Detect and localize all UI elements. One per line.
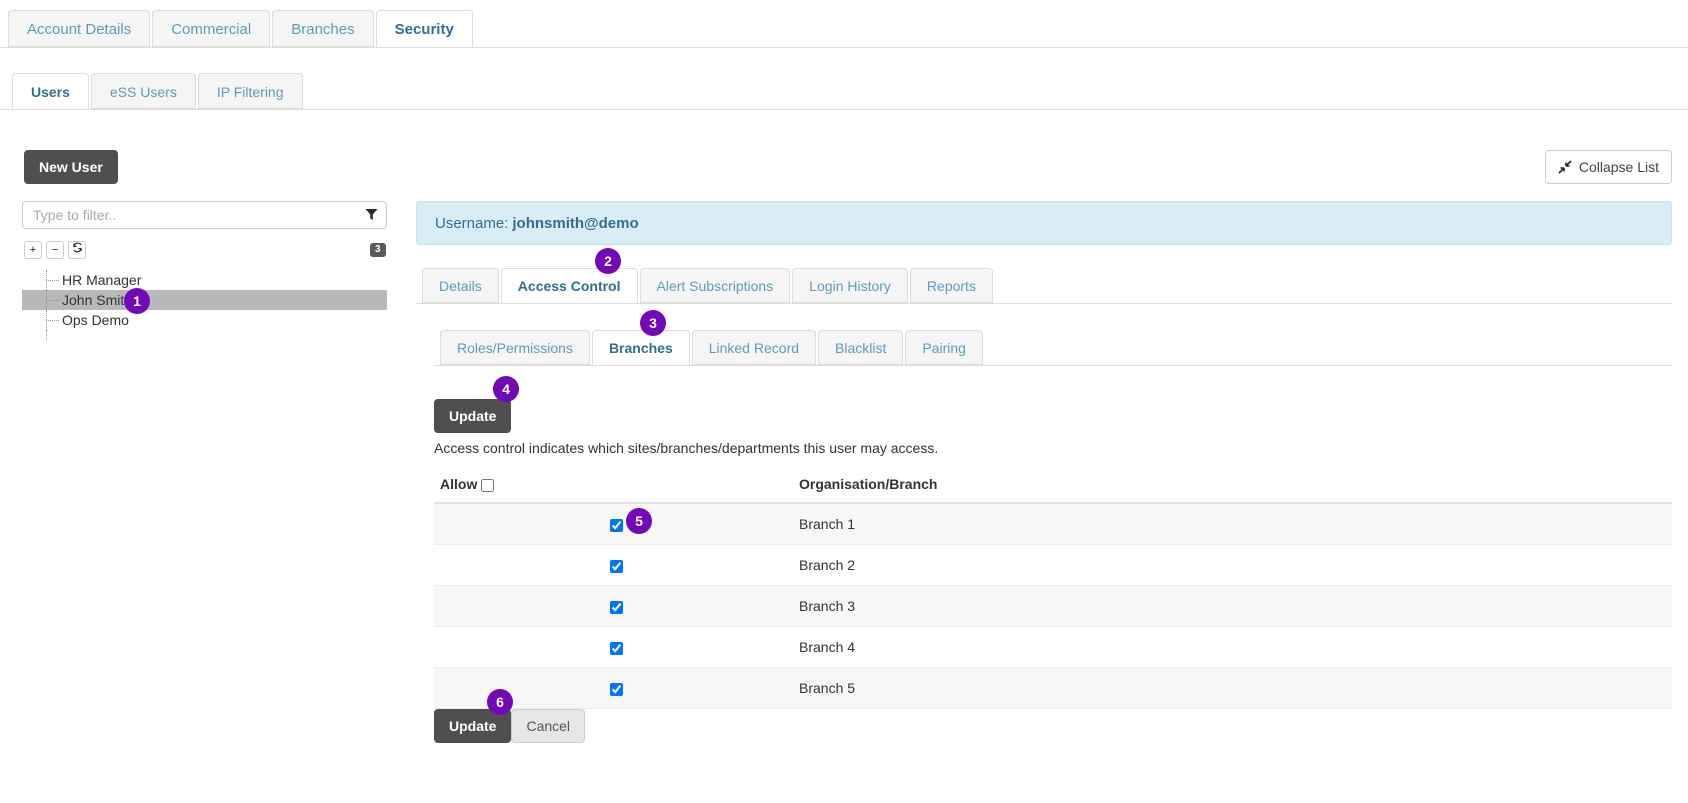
organisation-cell: Branch 3 (799, 585, 1672, 627)
tree-item[interactable]: HR Manager (22, 270, 387, 290)
refresh-icon (72, 242, 83, 258)
username-banner: Username: johnsmith@demo (416, 201, 1672, 245)
tab-label: Branches (291, 21, 355, 38)
callout-marker-3: 3 (640, 310, 666, 336)
tab-details[interactable]: Details (422, 268, 499, 303)
tree-item-label: John Smith (62, 292, 133, 308)
branches-table-head: Allow Organisation/Branch (434, 470, 1672, 504)
table-row: Branch 4 (434, 626, 1672, 668)
tab-ess-users[interactable]: eSS Users (90, 73, 196, 109)
new-user-button[interactable]: New User (24, 150, 118, 184)
organisation-cell: Branch 1 (799, 503, 1672, 545)
cancel-button[interactable]: Cancel (511, 709, 586, 743)
branches-table-body: Branch 1 Branch 2 Branch 3 Branch 4 Branch 5 (434, 503, 1672, 709)
organisation-cell: Branch 4 (799, 626, 1672, 668)
tab-label: Details (439, 278, 482, 294)
branches-table-header-row: Allow Organisation/Branch (434, 470, 1672, 504)
allow-cell (434, 503, 799, 545)
tab-label: Alert Subscriptions (656, 278, 774, 294)
organisation-cell: Branch 2 (799, 544, 1672, 586)
branches-table: Allow Organisation/Branch Branch 1 Branch… (434, 470, 1672, 709)
select-all-checkbox[interactable] (481, 478, 495, 492)
tab-label: Security (394, 21, 454, 38)
column-header-allow: Allow (434, 470, 799, 504)
tab-label: Roles/Permissions (457, 340, 573, 356)
page-root: Account Details Commercial Branches Securit… (0, 0, 1688, 803)
allow-cell (434, 544, 799, 586)
callout-marker-5: 5 (626, 508, 652, 534)
access-control-tab-bar: Roles/Permissions Branches Linked Record Bl… (434, 330, 1672, 366)
table-row: Branch 1 (434, 503, 1672, 545)
allow-cell (434, 626, 799, 668)
tab-label: Branches (608, 340, 673, 356)
tab-alert-subscriptions[interactable]: Alert Subscriptions (639, 268, 791, 303)
filter-input[interactable] (22, 201, 387, 229)
callout-marker-1: 1 (124, 288, 150, 314)
allow-checkbox[interactable] (610, 682, 623, 696)
tree-item[interactable]: John Smith (22, 290, 387, 310)
tree-refresh-button[interactable] (68, 241, 86, 259)
tree-connector-horizontal (46, 280, 59, 281)
username-value: johnsmith@demo (512, 214, 639, 232)
tab-security[interactable]: Security (375, 10, 473, 47)
tree-add-button[interactable]: + (24, 241, 42, 259)
tab-label: Login History (809, 278, 891, 294)
allow-cell (434, 585, 799, 627)
update-button-top[interactable]: Update (434, 399, 512, 433)
table-row: Branch 3 (434, 585, 1672, 627)
organisation-cell: Branch 5 (799, 667, 1672, 709)
allow-checkbox[interactable] (610, 641, 623, 655)
callout-marker-4: 4 (493, 376, 519, 402)
table-row: Branch 5 (434, 667, 1672, 709)
tree-item-label: Ops Demo (62, 312, 129, 328)
username-label: Username: (435, 214, 509, 232)
allow-checkbox[interactable] (610, 600, 623, 614)
tab-label: IP Filtering (216, 84, 284, 100)
tab-label: Reports (926, 278, 976, 294)
callout-marker-6: 6 (487, 689, 513, 715)
tab-label: Linked Record (708, 340, 800, 356)
column-header-organisation: Organisation/Branch (799, 470, 1672, 504)
allow-checkbox[interactable] (610, 518, 623, 532)
tab-label: Access Control (517, 278, 621, 294)
tab-label: Commercial (171, 21, 252, 38)
tab-label: Users (31, 84, 70, 100)
filter-funnel-icon[interactable] (365, 208, 378, 221)
tab-label: Pairing (922, 340, 966, 356)
tab-branches[interactable]: Branches (272, 10, 374, 47)
tree-item[interactable]: Ops Demo (22, 310, 387, 330)
tree-connector-horizontal (46, 300, 59, 301)
tab-login-history[interactable]: Login History (792, 268, 908, 303)
tab-ip-filtering[interactable]: IP Filtering (197, 73, 303, 109)
tab-commercial[interactable]: Commercial (152, 10, 271, 47)
tab-pairing[interactable]: Pairing (905, 330, 983, 365)
filter-field-wrapper (22, 201, 387, 229)
tree-toolbar: + − (24, 241, 86, 259)
tab-label: Blacklist (835, 340, 887, 356)
tab-access-control[interactable]: Access Control (500, 268, 638, 303)
table-row: Branch 2 (434, 544, 1672, 586)
tab-users[interactable]: Users (12, 73, 89, 109)
tab-account-details[interactable]: Account Details (8, 10, 151, 47)
tab-blacklist[interactable]: Blacklist (818, 330, 904, 365)
tree-item-label: HR Manager (62, 272, 142, 288)
user-tree: HR Manager John Smith Ops Demo (22, 270, 387, 330)
tree-count-badge: 3 (370, 243, 386, 257)
tab-reports[interactable]: Reports (909, 268, 993, 303)
tab-branches[interactable]: Branches (591, 330, 690, 365)
access-control-help-text: Access control indicates which sites/bra… (434, 440, 939, 456)
tab-label: Account Details (27, 21, 132, 38)
tree-connector-horizontal (46, 320, 59, 321)
tree-remove-button[interactable]: − (46, 241, 64, 259)
record-pane: Username: johnsmith@demo Details Access C… (416, 0, 1688, 803)
callout-marker-2: 2 (595, 248, 621, 274)
form-action-buttons: Update Cancel (434, 709, 586, 743)
tab-linked-record[interactable]: Linked Record (691, 330, 817, 365)
allow-checkbox[interactable] (610, 559, 623, 573)
allow-header-label: Allow (440, 476, 478, 492)
tab-label: eSS Users (109, 84, 177, 100)
tab-roles-permissions[interactable]: Roles/Permissions (440, 330, 590, 365)
tree-trailing-line (46, 330, 47, 340)
